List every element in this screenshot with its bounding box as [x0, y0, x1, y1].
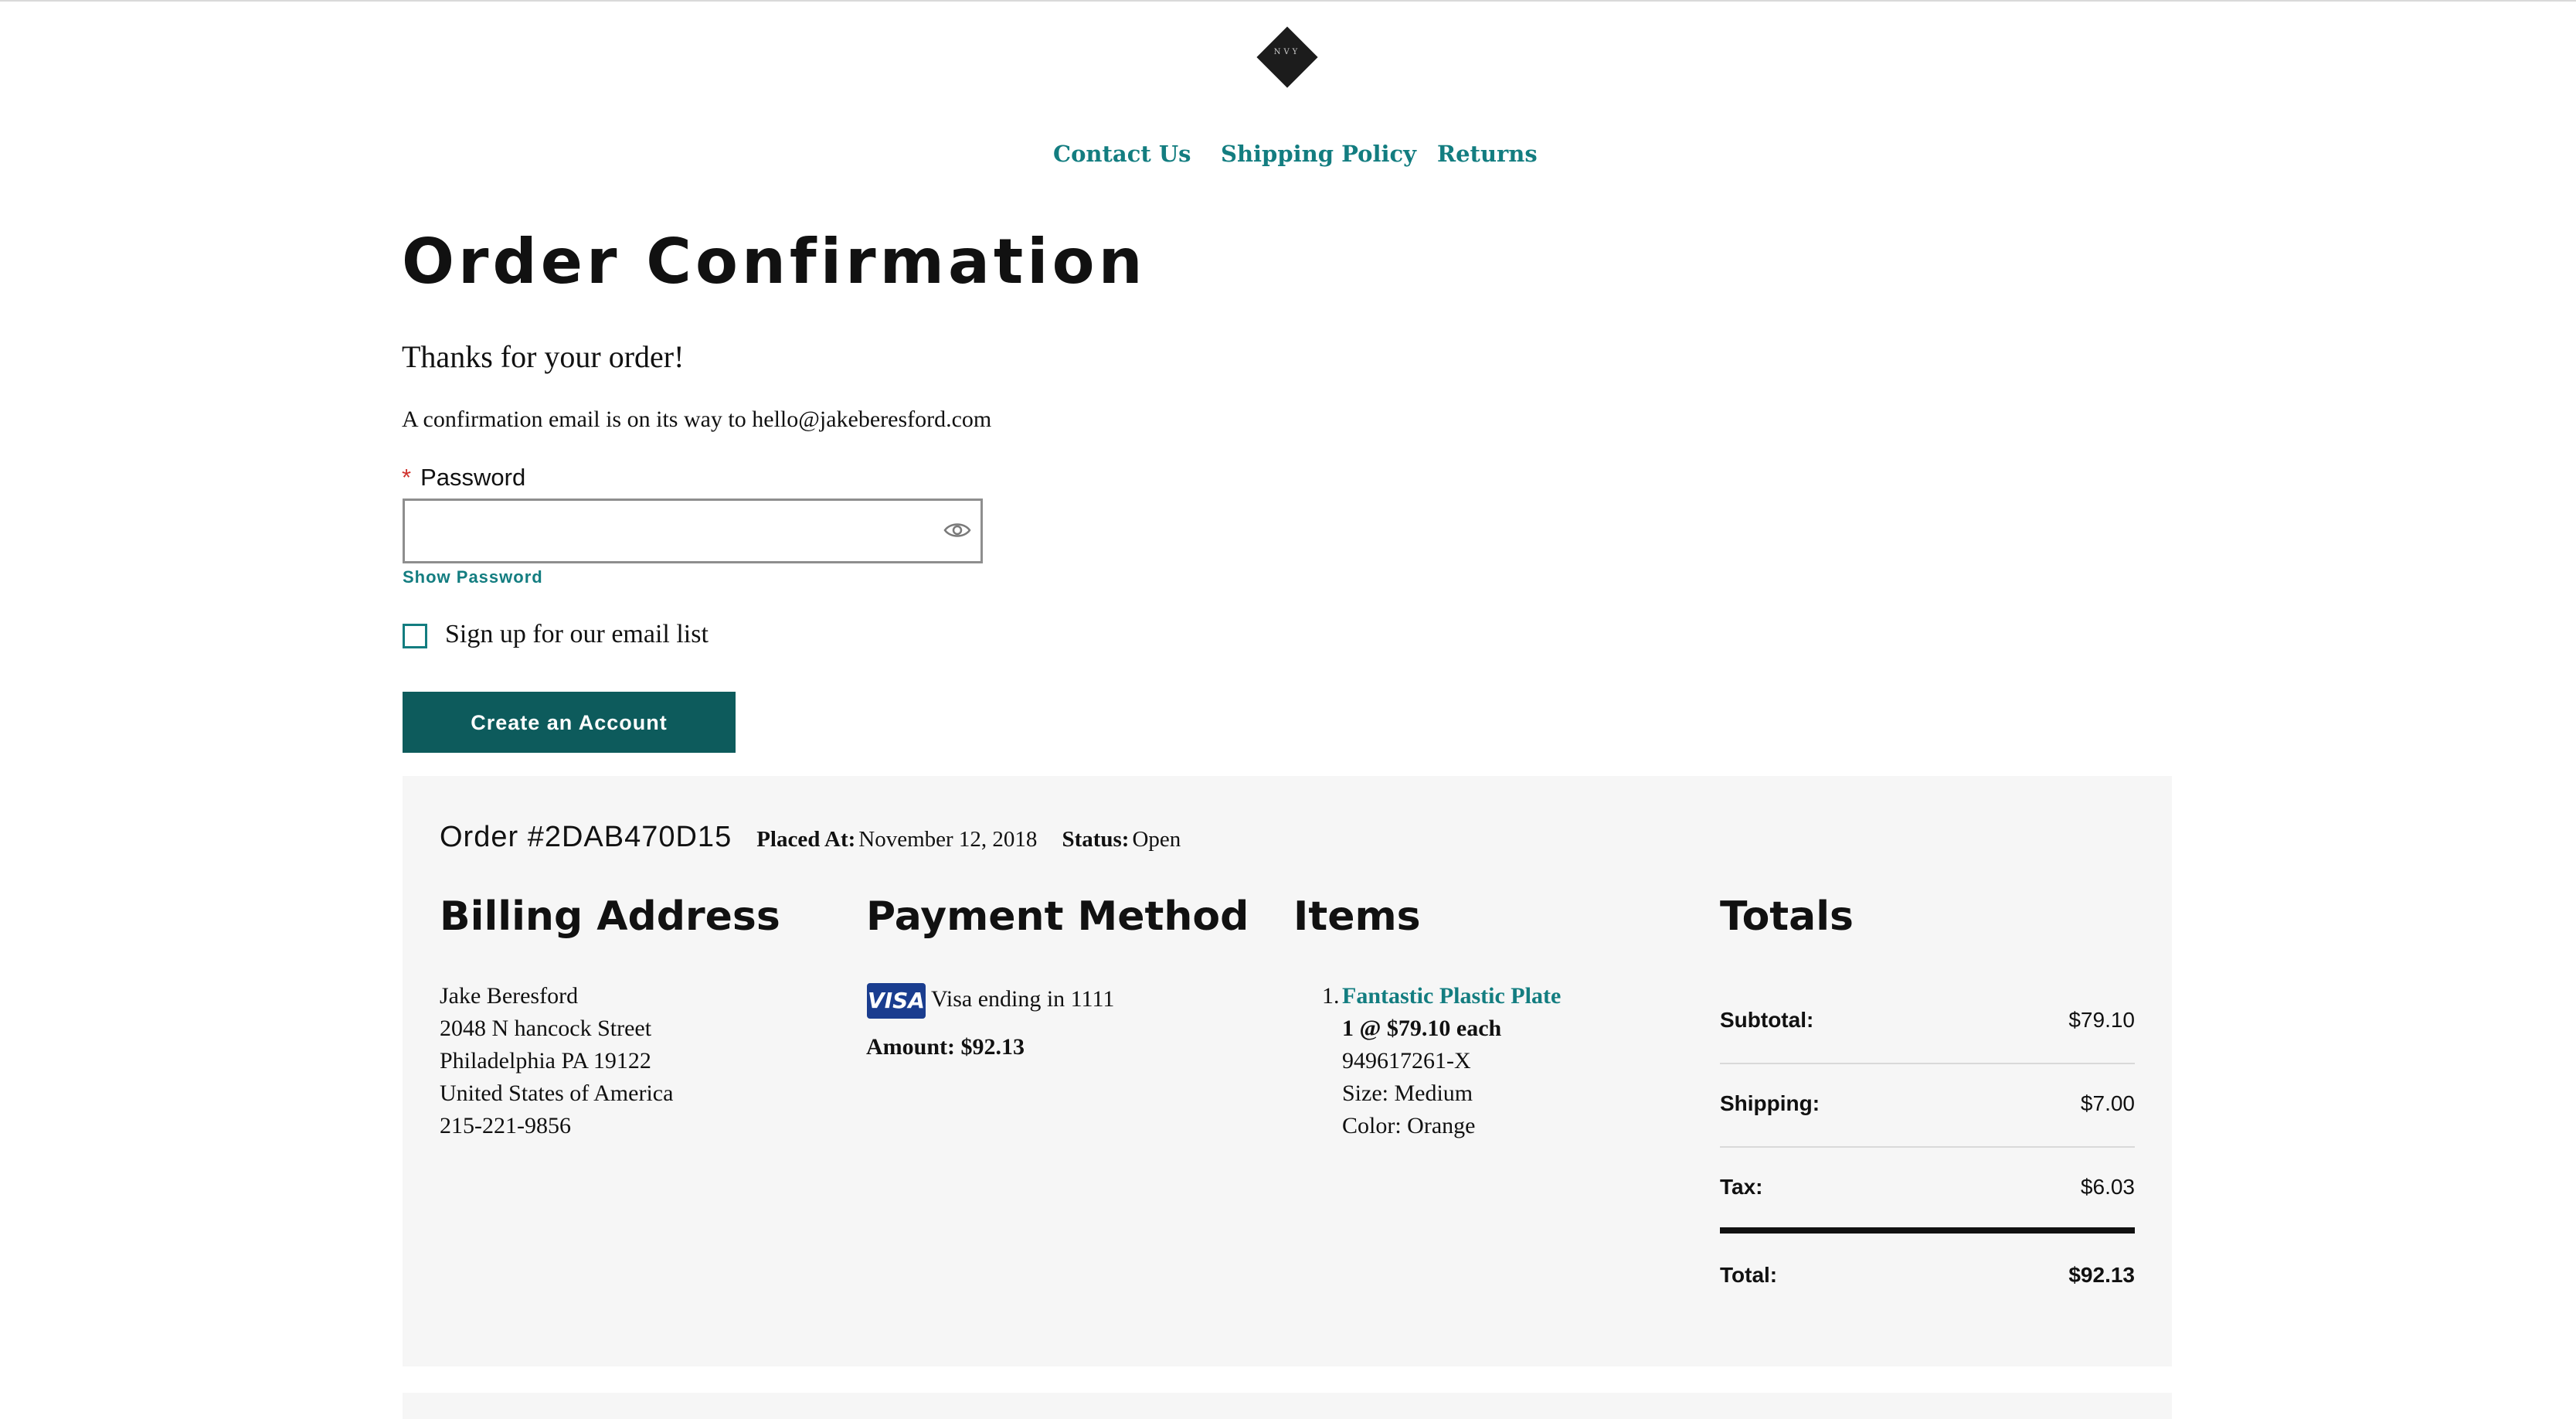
create-account-button[interactable]: Create an Account — [403, 692, 736, 753]
totals-heading: Totals — [1720, 893, 1854, 940]
subtotal-label: Subtotal: — [1720, 1008, 1814, 1032]
totals-divider — [1720, 1146, 2135, 1148]
visa-icon: VISA — [867, 983, 926, 1019]
page-title: Order Confirmation — [402, 226, 1147, 298]
shipping-value: $7.00 — [2080, 1091, 2135, 1115]
logo-text: NVY — [1273, 48, 1301, 56]
order-number: Order #2DAB470D15 — [440, 821, 732, 853]
nav-link-returns[interactable]: Returns — [1437, 141, 1538, 167]
billing-street: 2048 N hancock Street — [440, 1016, 652, 1041]
item-size: Size: Medium — [1342, 1080, 1473, 1106]
order-details-panel: Order #2DAB470D15 Placed At: November 12… — [403, 776, 2172, 1366]
eye-icon[interactable] — [943, 519, 972, 541]
tax-value: $6.03 — [2080, 1175, 2135, 1199]
logo-diamond-icon — [1256, 26, 1318, 88]
item-index: 1. — [1322, 983, 1340, 1009]
email-signup-label[interactable]: Sign up for our email list — [445, 620, 709, 649]
payment-amount: Amount: $92.13 — [866, 1034, 1025, 1060]
confirmation-message: A confirmation email is on its way to he… — [402, 407, 992, 432]
billing-phone: 215-221-9856 — [440, 1113, 571, 1138]
placed-at-label: Placed At: — [756, 827, 856, 852]
subtotal-value: $79.10 — [2068, 1008, 2135, 1032]
items-heading: Items — [1293, 893, 1421, 940]
email-signup-checkbox[interactable] — [403, 624, 427, 648]
next-panel-edge — [403, 1393, 2172, 1419]
item-price-line: 1 @ $79.10 each — [1342, 1016, 1502, 1041]
shipping-label: Shipping: — [1720, 1091, 1820, 1115]
total-label: Total: — [1720, 1263, 1778, 1287]
thanks-message: Thanks for your order! — [402, 339, 685, 374]
show-password-link[interactable]: Show Password — [403, 567, 543, 587]
billing-address-heading: Billing Address — [440, 893, 780, 940]
nav-link-shipping-policy[interactable]: Shipping Policy — [1221, 141, 1416, 167]
password-input[interactable] — [403, 499, 983, 563]
required-asterisk: * — [402, 464, 412, 491]
billing-country: United States of America — [440, 1080, 674, 1106]
total-value: $92.13 — [2068, 1263, 2135, 1287]
order-meta: Order #2DAB470D15 Placed At: November 12… — [440, 821, 1202, 854]
payment-method-heading: Payment Method — [866, 893, 1249, 940]
tax-label: Tax: — [1720, 1175, 1763, 1199]
logo[interactable]: NVY — [1256, 26, 1318, 88]
placed-at-value: November 12, 2018 — [858, 827, 1038, 852]
billing-name: Jake Beresford — [440, 983, 579, 1009]
list-item: Fantastic Plastic Plate — [1342, 983, 1561, 1009]
top-nav: Contact Us Shipping Policy Returns — [0, 141, 2576, 175]
password-label: * Password — [402, 464, 525, 492]
item-sku: 949617261-X — [1342, 1048, 1471, 1074]
status-value: Open — [1132, 827, 1181, 852]
status-label: Status: — [1062, 827, 1130, 852]
totals-divider — [1720, 1063, 2135, 1064]
billing-city: Philadelphia PA 19122 — [440, 1048, 651, 1074]
card-description: Visa ending in 1111 — [931, 986, 1115, 1012]
item-name-link[interactable]: Fantastic Plastic Plate — [1342, 983, 1561, 1009]
password-label-text: Password — [420, 464, 526, 491]
nav-link-contact-us[interactable]: Contact Us — [1053, 141, 1191, 167]
totals-divider-strong — [1720, 1227, 2135, 1234]
item-color: Color: Orange — [1342, 1113, 1476, 1138]
